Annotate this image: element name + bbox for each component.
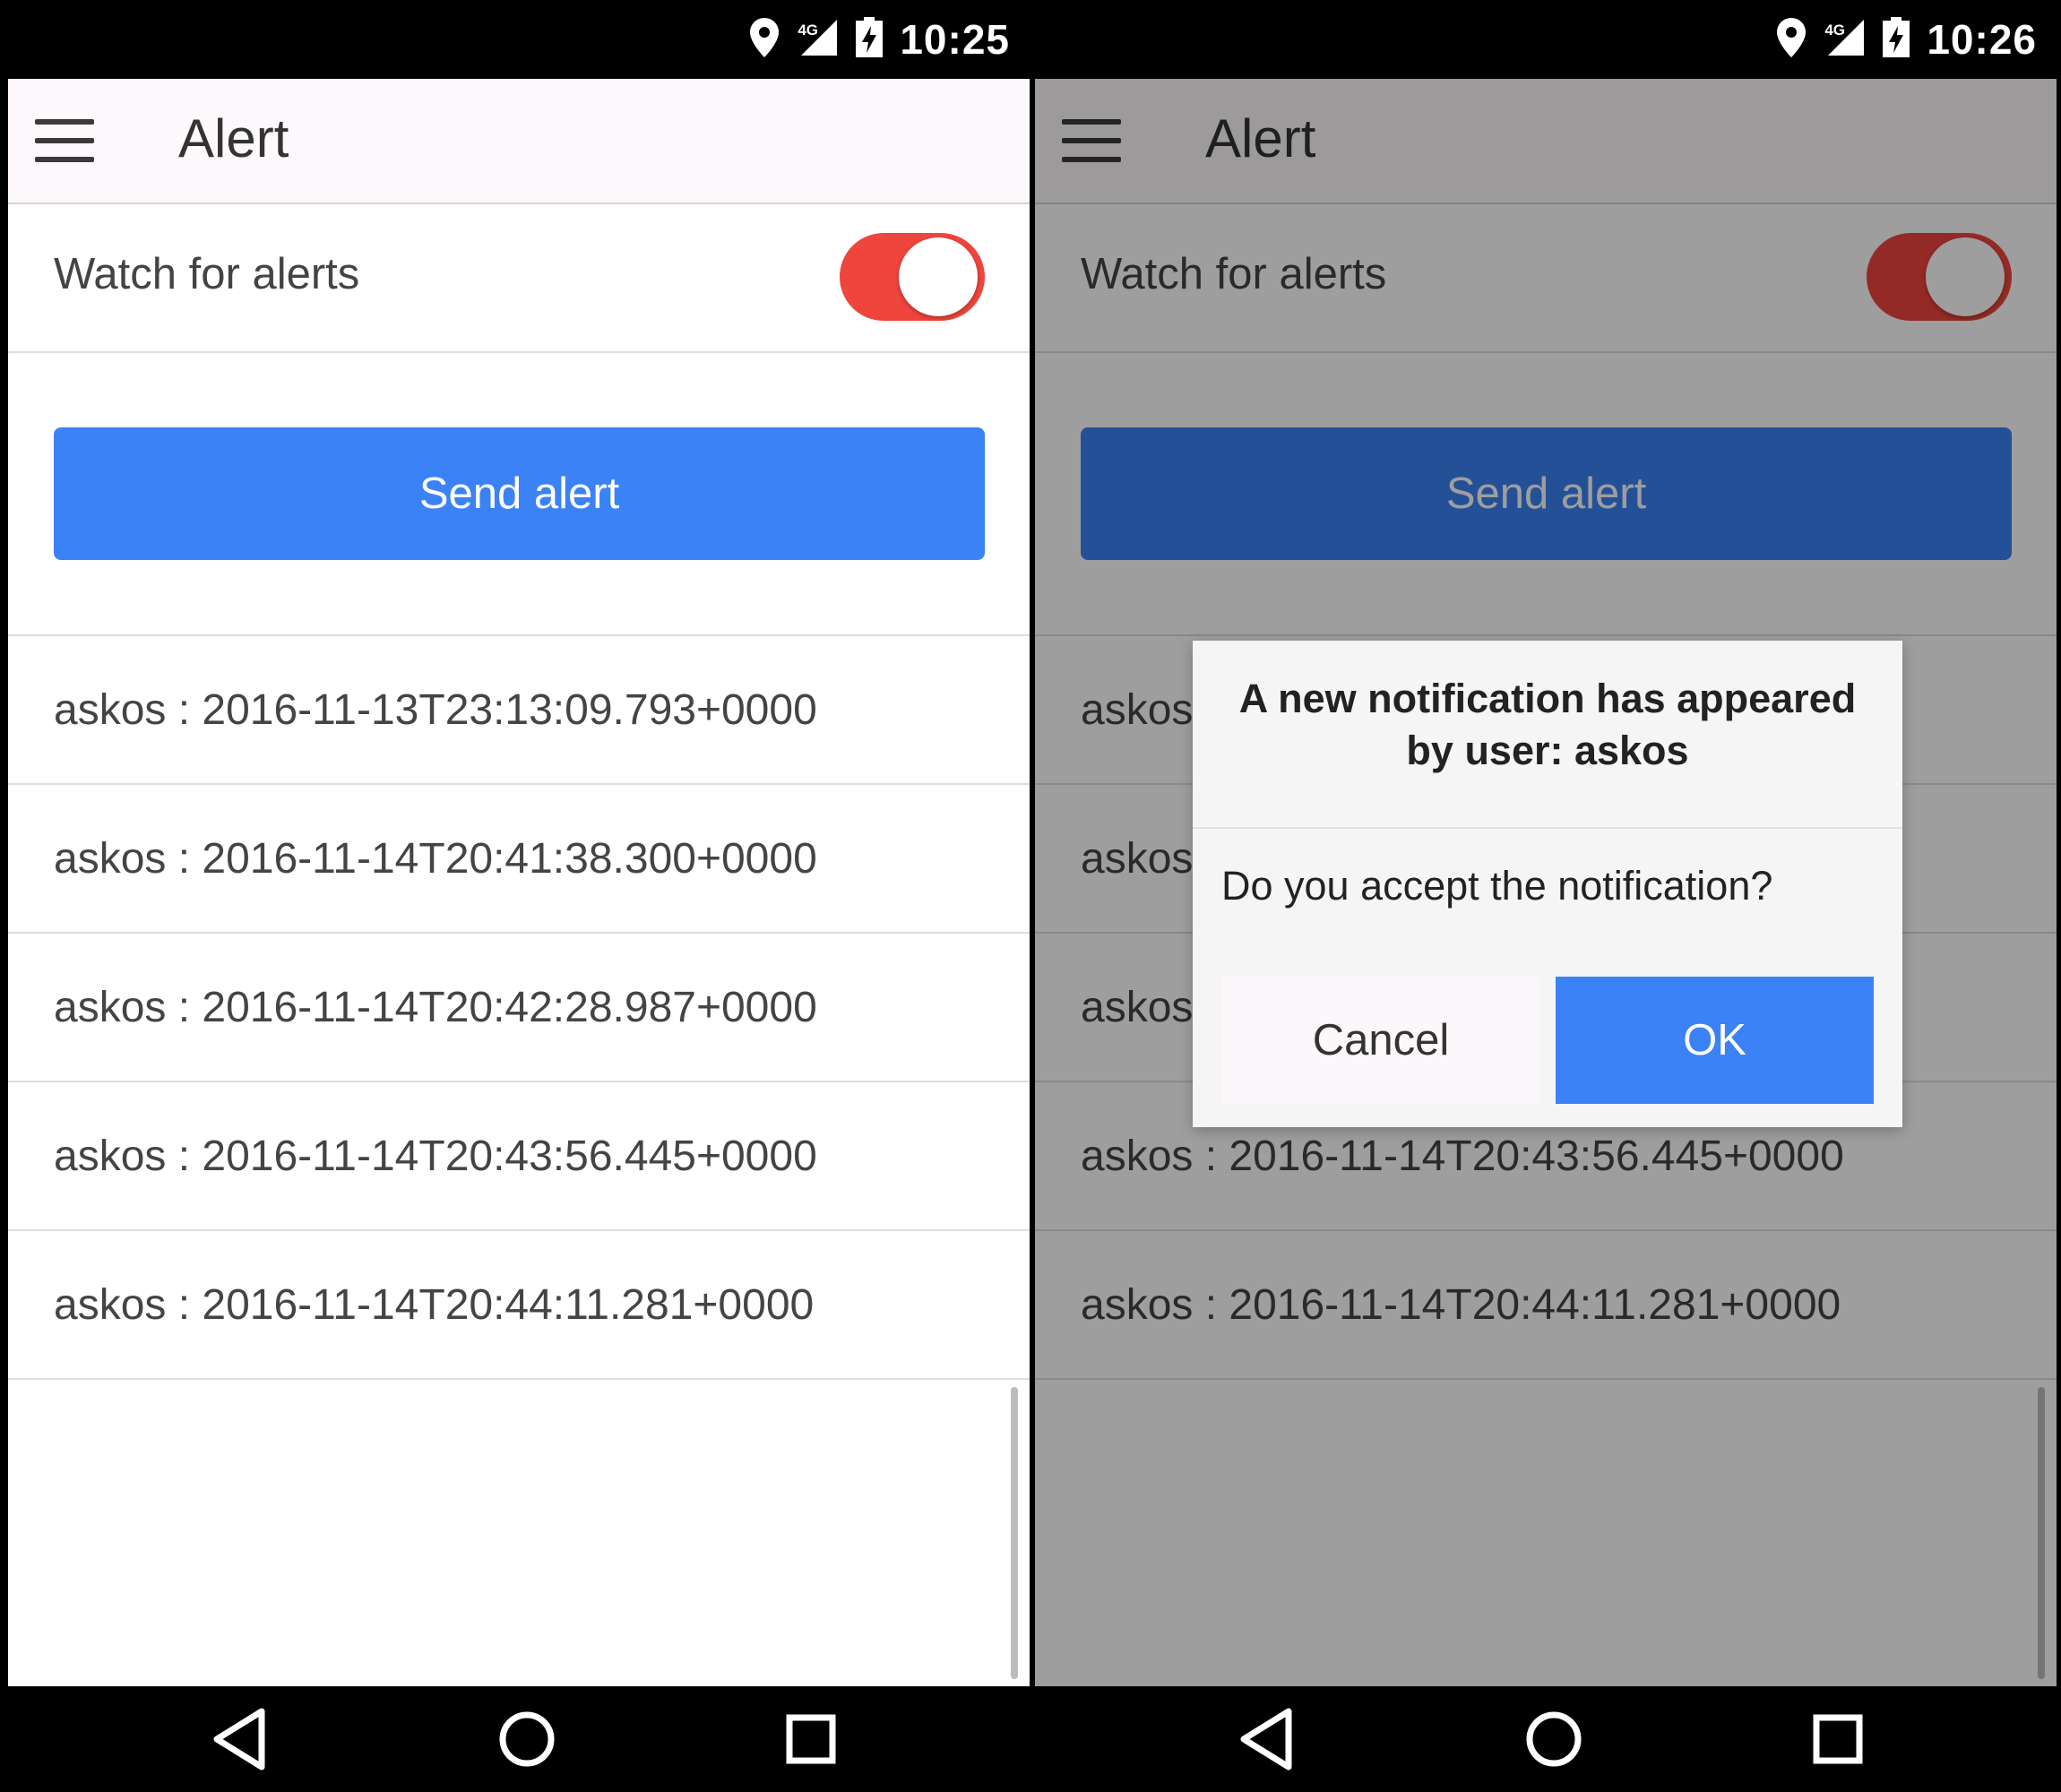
app-header: Alert [8, 79, 1030, 204]
phone-screen-left: 4G 10:25 Alert Watch for alerts Send ale… [8, 0, 1030, 1792]
toggle-knob [899, 237, 978, 316]
scrollbar[interactable] [1011, 1387, 1018, 1679]
cancel-button[interactable]: Cancel [1221, 977, 1540, 1104]
ok-button[interactable]: OK [1556, 977, 1874, 1104]
location-icon [1776, 17, 1807, 63]
battery-icon [855, 16, 884, 63]
dialog-message: Do you accept the notification? [1221, 863, 1773, 909]
recents-icon[interactable] [1798, 1699, 1878, 1779]
signal-icon: 4G [1823, 18, 1866, 62]
recents-icon[interactable] [771, 1699, 851, 1779]
app-screen: Alert Watch for alerts Send alert askos … [1035, 79, 2057, 1686]
status-bar: 4G 10:25 [8, 0, 1030, 79]
list-item[interactable]: askos : 2016-11-14T20:41:38.300+0000 [8, 785, 1030, 934]
list-item[interactable]: askos : 2016-11-14T20:44:11.281+0000 [8, 1231, 1030, 1380]
home-icon[interactable] [487, 1699, 567, 1779]
network-type-label: 4G [1824, 21, 1846, 39]
dialog-title: A new notification has appeared by user:… [1193, 673, 1902, 777]
dialog-title-line: A new notification has appeared [1238, 676, 1857, 721]
alert-list: askos : 2016-11-13T23:13:09.793+0000 ask… [8, 634, 1030, 1380]
signal-icon: 4G [796, 18, 839, 62]
location-icon [749, 17, 780, 63]
network-type-label: 4G [798, 21, 819, 39]
page-title: Alert [178, 108, 289, 168]
app-screen: Alert Watch for alerts Send alert askos … [8, 79, 1030, 1686]
watch-alerts-toggle[interactable] [840, 233, 985, 321]
navigation-bar [8, 1686, 1030, 1792]
status-clock: 10:25 [900, 16, 1010, 63]
list-item[interactable]: askos : 2016-11-13T23:13:09.793+0000 [8, 636, 1030, 785]
battery-icon [1882, 16, 1910, 63]
list-item[interactable]: askos : 2016-11-14T20:43:56.445+0000 [8, 1082, 1030, 1231]
hamburger-menu-icon[interactable] [35, 119, 94, 162]
status-bar: 4G 10:26 [1035, 0, 2057, 79]
navigation-bar [1035, 1686, 2057, 1792]
status-clock: 10:26 [1927, 16, 2037, 63]
notification-dialog: A new notification has appeared by user:… [1193, 641, 1902, 1127]
watch-alerts-label: Watch for alerts [54, 250, 360, 298]
back-icon[interactable] [1228, 1699, 1308, 1779]
phone-screen-right: 4G 10:26 Alert Watch for alerts Send ale… [1035, 0, 2057, 1792]
dialog-divider [1193, 827, 1902, 829]
dialog-title-line: by user: askos [1406, 728, 1689, 773]
home-icon[interactable] [1513, 1699, 1594, 1779]
list-item[interactable]: askos : 2016-11-14T20:42:28.987+0000 [8, 934, 1030, 1082]
send-alert-button[interactable]: Send alert [54, 427, 985, 560]
back-icon[interactable] [201, 1699, 281, 1779]
watch-alerts-row: Watch for alerts [8, 204, 1030, 353]
